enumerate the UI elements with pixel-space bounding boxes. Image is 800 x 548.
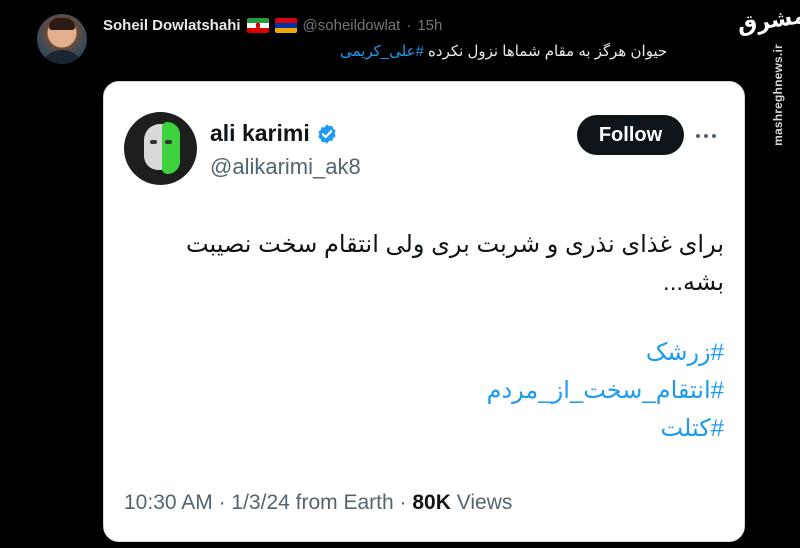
watermark-url: mashreghnews.ir [766, 40, 790, 160]
watermark-url-text: mashreghnews.ir [771, 44, 785, 146]
author-avatar[interactable] [37, 14, 87, 64]
iran-flag-icon [246, 17, 269, 33]
hashtag-link[interactable]: #علی_کریمی [340, 43, 424, 60]
hashtag-link[interactable]: #انتقام_سخت_از_مردم [144, 372, 724, 410]
armenia-flag-icon [274, 17, 297, 33]
tweet-timestamp[interactable]: 10:30 AM [124, 491, 213, 514]
tweet-date[interactable]: 1/3/24 from Earth [231, 491, 393, 514]
tweet-meta: 10:30 AM · 1/3/24 from Earth · 80K Views [124, 491, 512, 515]
hashtag-link[interactable]: #کتلت [144, 410, 724, 448]
body-line: برای غذای نذری و شربت بری ولی انتقام سخت… [185, 231, 724, 258]
more-options-icon[interactable] [696, 126, 726, 146]
quoted-name-row: ali karimi [210, 120, 338, 147]
avatar-eye [150, 140, 157, 144]
tweet-header: Soheil Dowlatshahi @soheildowlat · 15h [103, 15, 442, 35]
quoted-tweet-card[interactable]: ali karimi @alikarimi_ak8 Follow برای غذ… [103, 81, 745, 542]
tweet-time[interactable]: 15h [417, 17, 442, 34]
tweet-text-body: حیوان هرگز به مقام شماها نزول نکرده [423, 43, 668, 60]
quoted-author-name[interactable]: ali karimi [210, 120, 310, 147]
quoted-author-avatar[interactable] [124, 112, 197, 185]
body-line: بشه... [663, 269, 724, 296]
quoted-tweet-body: برای غذای نذری و شربت بری ولی انتقام سخت… [144, 226, 724, 448]
author-name[interactable]: Soheil Dowlatshahi [103, 17, 241, 34]
tweet-text: حیوان هرگز به مقام شماها نزول نکرده #علی… [340, 42, 745, 62]
quoted-author-handle[interactable]: @alikarimi_ak8 [210, 154, 361, 180]
views-label: Views [456, 491, 513, 514]
avatar-shirt [41, 50, 83, 64]
meta-separator: · [218, 491, 226, 514]
views-count: 80K [412, 491, 451, 514]
avatar-hair [49, 18, 75, 30]
author-handle[interactable]: @soheildowlat [303, 17, 401, 34]
meta-separator: · [399, 491, 407, 514]
follow-button[interactable]: Follow [577, 115, 684, 155]
hashtag-link[interactable]: #زرشک [144, 334, 724, 372]
verified-badge-icon [318, 123, 336, 144]
header-separator: · [406, 16, 412, 34]
avatar-eye [165, 140, 172, 144]
avatar-green-paint [162, 122, 180, 174]
